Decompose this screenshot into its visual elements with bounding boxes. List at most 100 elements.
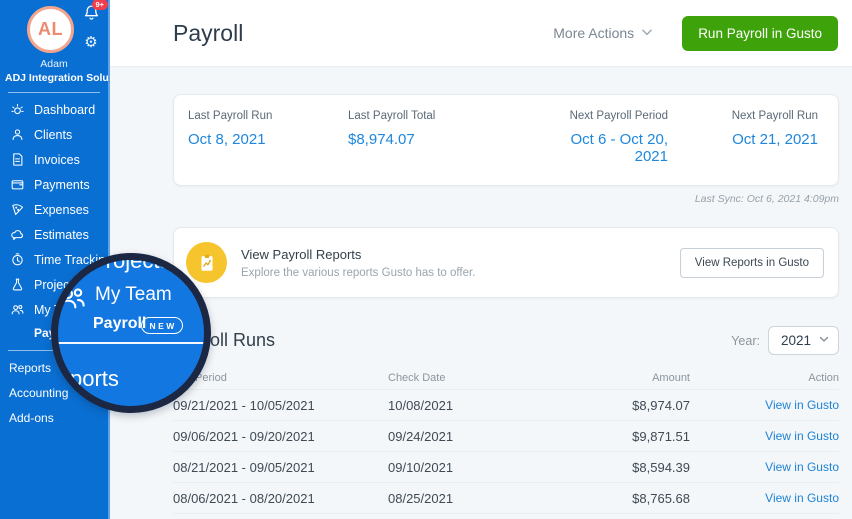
time-tracking-clock-icon	[9, 252, 25, 268]
magnified-my-team-label[interactable]: My Team	[95, 284, 172, 306]
sidebar-item-label: Add-ons	[9, 411, 54, 425]
metric-label: Next Payroll Period	[563, 110, 668, 122]
sidebar-item-payments[interactable]: Payments	[0, 172, 108, 197]
sidebar-item-label: Dashboard	[34, 103, 95, 117]
invoices-document-icon	[9, 152, 25, 168]
magnified-divider	[53, 342, 209, 344]
amount-cell: $8,594.39	[538, 460, 690, 475]
pay-period-cell: 09/06/2021 - 09/20/2021	[173, 429, 388, 444]
reports-card-text: View Payroll Reports Explore the various…	[241, 247, 475, 279]
chevron-down-icon	[640, 25, 654, 42]
view-in-gusto-link[interactable]: View in Gusto	[690, 491, 839, 505]
sidebar-item-clients[interactable]: Clients	[0, 122, 108, 147]
view-reports-card: View Payroll Reports Explore the various…	[173, 227, 839, 298]
table-row: 09/06/2021 - 09/20/2021 09/24/2021 $9,87…	[173, 420, 839, 451]
pay-period-cell: 09/21/2021 - 10/05/2021	[173, 398, 388, 413]
view-in-gusto-link[interactable]: View in Gusto	[690, 460, 839, 474]
year-select[interactable]: 2021	[768, 326, 839, 355]
year-filter-label: Year:	[731, 334, 760, 348]
sidebar-item-label: Estimates	[34, 228, 89, 242]
metric-value: Oct 21, 2021	[668, 131, 818, 148]
metric-label: Next Payroll Run	[668, 110, 818, 122]
payments-wallet-icon	[9, 177, 25, 193]
metric-label: Last Payroll Run	[188, 110, 348, 122]
main-area: Payroll More Actions Run Payroll in Gust…	[110, 0, 852, 519]
check-date-cell: 08/25/2021	[388, 491, 538, 506]
sidebar-item-label: Invoices	[34, 153, 80, 167]
run-payroll-button[interactable]: Run Payroll in Gusto	[682, 16, 838, 51]
payroll-app: AL 9+ ⚙ Adam ADJ Integration Solutio...	[0, 0, 852, 519]
page-title: Payroll	[173, 20, 243, 47]
view-in-gusto-link[interactable]: View in Gusto	[690, 398, 839, 412]
sidebar-item-dashboard[interactable]: Dashboard	[0, 97, 108, 122]
magnified-new-badge: NEW	[141, 317, 183, 334]
table-header-row: Pay Period Check Date Amount Action	[173, 367, 839, 389]
column-header-check-date: Check Date	[388, 372, 538, 384]
reports-card-subtitle: Explore the various reports Gusto has to…	[241, 267, 475, 279]
metric-next-payroll-run: Next Payroll Run Oct 21, 2021	[668, 110, 818, 165]
sidebar-item-label: Accounting	[9, 386, 68, 400]
avatar-initials: AL	[38, 19, 63, 40]
expenses-slice-icon	[9, 202, 25, 218]
sidebar-item-invoices[interactable]: Invoices	[0, 147, 108, 172]
user-name: Adam	[0, 58, 108, 70]
metric-value: $8,974.07	[348, 131, 563, 148]
pay-period-cell: 08/21/2021 - 09/05/2021	[173, 460, 388, 475]
my-team-people-icon	[9, 302, 25, 318]
sidebar-item-estimates[interactable]: Estimates	[0, 222, 108, 247]
metric-label: Last Payroll Total	[348, 110, 563, 122]
user-block: AL 9+ ⚙ Adam ADJ Integration Solutio...	[0, 0, 108, 84]
column-header-pay-period: Pay Period	[173, 372, 388, 384]
year-select-value: 2021	[781, 333, 811, 348]
chevron-down-icon	[818, 333, 830, 348]
page-content: Last Payroll Run Oct 8, 2021 Last Payrol…	[110, 67, 852, 519]
reports-card-title: View Payroll Reports	[241, 247, 475, 262]
pay-period-cell: 08/06/2021 - 08/20/2021	[173, 491, 388, 506]
amount-cell: $8,765.68	[538, 491, 690, 506]
amount-cell: $8,974.07	[538, 398, 690, 413]
check-date-cell: 09/10/2021	[388, 460, 538, 475]
metric-last-payroll-total: Last Payroll Total $8,974.07	[348, 110, 563, 165]
magnified-my-team-people-icon	[56, 282, 88, 319]
metric-next-payroll-period: Next Payroll Period Oct 6 - Oct 20, 2021	[563, 110, 668, 165]
payroll-runs-header: Payroll Runs Year: 2021	[173, 326, 839, 355]
table-row: 07/21/2021 - 08/05/2021 08/10/2021 $4,96…	[173, 513, 839, 519]
metric-value: Oct 8, 2021	[188, 131, 348, 148]
notifications-bell-icon[interactable]: 9+	[83, 4, 100, 26]
dashboard-sun-icon	[9, 102, 25, 118]
payroll-runs-table: Pay Period Check Date Amount Action 09/2…	[173, 367, 839, 519]
avatar[interactable]: AL	[27, 6, 74, 53]
page-header: Payroll More Actions Run Payroll in Gust…	[110, 0, 852, 67]
metric-value: Oct 6 - Oct 20, 2021	[563, 131, 668, 165]
sidebar-item-label: Payments	[34, 178, 90, 192]
clients-person-icon	[9, 127, 25, 143]
payroll-summary-card: Last Payroll Run Oct 8, 2021 Last Payrol…	[173, 94, 839, 186]
check-date-cell: 10/08/2021	[388, 398, 538, 413]
settings-gear-icon[interactable]: ⚙	[78, 35, 104, 50]
magnified-payroll-label[interactable]: Payroll	[93, 315, 146, 333]
projects-flask-icon	[9, 277, 25, 293]
column-header-action: Action	[690, 372, 839, 384]
magnifier-overlay: Projects My Team Payroll NEW ports	[51, 253, 211, 413]
notification-badge: 9+	[92, 0, 108, 10]
more-actions-dropdown[interactable]: More Actions	[553, 25, 654, 42]
table-row: 08/06/2021 - 08/20/2021 08/25/2021 $8,76…	[173, 482, 839, 513]
payroll-reports-clipboard-icon	[186, 242, 227, 283]
amount-cell: $9,871.51	[538, 429, 690, 444]
sidebar-divider	[8, 92, 100, 93]
metric-last-payroll-run: Last Payroll Run Oct 8, 2021	[188, 110, 348, 165]
more-actions-label: More Actions	[553, 25, 634, 41]
sidebar-item-label: Reports	[9, 361, 51, 375]
view-in-gusto-link[interactable]: View in Gusto	[690, 429, 839, 443]
sidebar-item-expenses[interactable]: Expenses	[0, 197, 108, 222]
sidebar-item-label: Expenses	[34, 203, 89, 217]
table-row: 09/21/2021 - 10/05/2021 10/08/2021 $8,97…	[173, 389, 839, 420]
check-date-cell: 09/24/2021	[388, 429, 538, 444]
column-header-amount: Amount	[538, 372, 690, 384]
last-sync-timestamp: Last Sync: Oct 6, 2021 4:09pm	[173, 193, 839, 205]
sidebar-item-add-ons[interactable]: Add-ons	[0, 405, 108, 430]
view-reports-button[interactable]: View Reports in Gusto	[680, 248, 824, 278]
magnified-reports-partial-label: ports	[70, 366, 119, 392]
table-row: 08/21/2021 - 09/05/2021 09/10/2021 $8,59…	[173, 451, 839, 482]
sidebar-item-label: Clients	[34, 128, 72, 142]
